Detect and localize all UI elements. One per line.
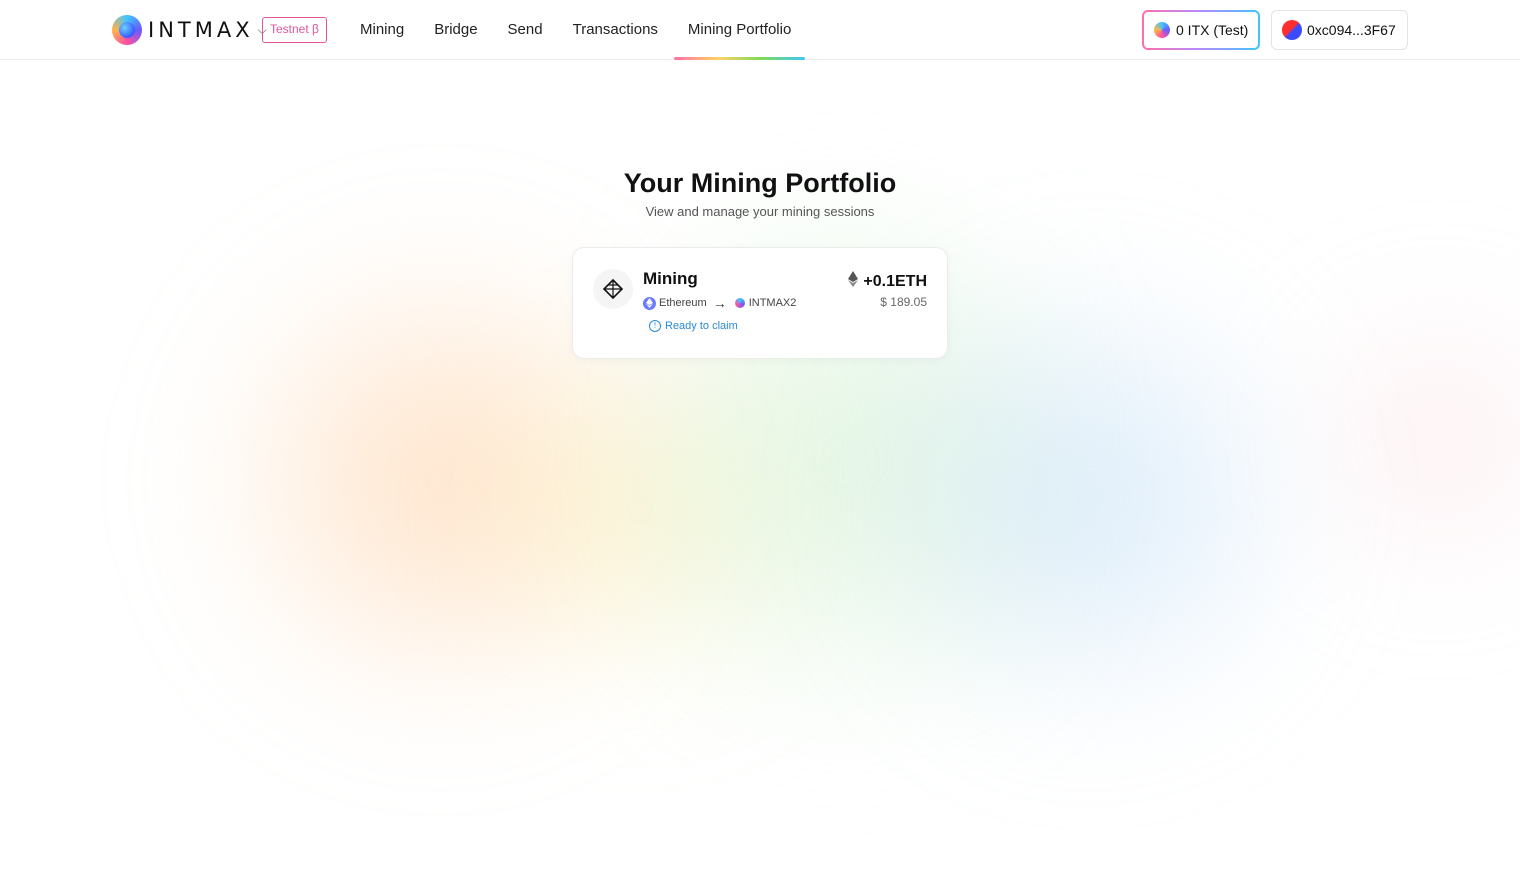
page-subtitle: View and manage your mining sessions	[645, 204, 875, 219]
wallet-button[interactable]: 0xc094...3F67	[1271, 10, 1408, 50]
page-title: Your Mining Portfolio	[623, 168, 897, 198]
background-gradient	[0, 0, 1520, 876]
intmax-logo-icon	[112, 15, 142, 45]
amount-value: +0.1ETH	[863, 272, 927, 290]
wallet-address: 0xc094...3F67	[1307, 22, 1396, 38]
itx-balance-button[interactable]: 0 ITX (Test)	[1142, 10, 1260, 50]
card-title: Mining	[643, 269, 698, 288]
bridge-route: Ethereum → INTMAX2	[643, 295, 796, 311]
from-network: Ethereum	[659, 297, 707, 309]
info-icon: !	[649, 320, 661, 332]
itx-token-icon	[1154, 22, 1170, 38]
diamond-icon	[593, 269, 633, 309]
nav-send[interactable]: Send	[508, 0, 543, 60]
balance-label: 0 ITX (Test)	[1176, 22, 1249, 38]
main-nav: Mining Bridge Send Transactions Mining P…	[360, 0, 821, 60]
arrow-right-icon: →	[712, 295, 727, 311]
logo-text: INTMAX	[148, 18, 254, 42]
claim-status[interactable]: ! Ready to claim	[649, 320, 738, 332]
top-nav-bar: INTMAX ⌵ Testnet β Mining Bridge Send Tr…	[0, 0, 1520, 60]
intmax-icon	[734, 298, 745, 308]
wallet-avatar	[1282, 20, 1302, 40]
status-label: Ready to claim	[665, 320, 738, 332]
intmax-logo[interactable]: INTMAX ⌵	[112, 14, 267, 46]
nav-bridge[interactable]: Bridge	[434, 0, 477, 60]
nav-mining-portfolio[interactable]: Mining Portfolio	[673, 0, 806, 60]
usd-value: $ 189.05	[880, 295, 927, 309]
testnet-badge: Testnet β	[262, 17, 327, 43]
nav-transactions[interactable]: Transactions	[573, 0, 658, 60]
to-network: INTMAX2	[748, 297, 797, 309]
eth-icon	[848, 271, 859, 292]
nav-mining[interactable]: Mining	[360, 0, 404, 60]
mining-session-card[interactable]: Mining Ethereum → INTMAX2 ! Ready to cla…	[572, 247, 948, 359]
mining-amount: +0.1ETH	[848, 271, 927, 292]
ethereum-icon	[643, 296, 656, 310]
